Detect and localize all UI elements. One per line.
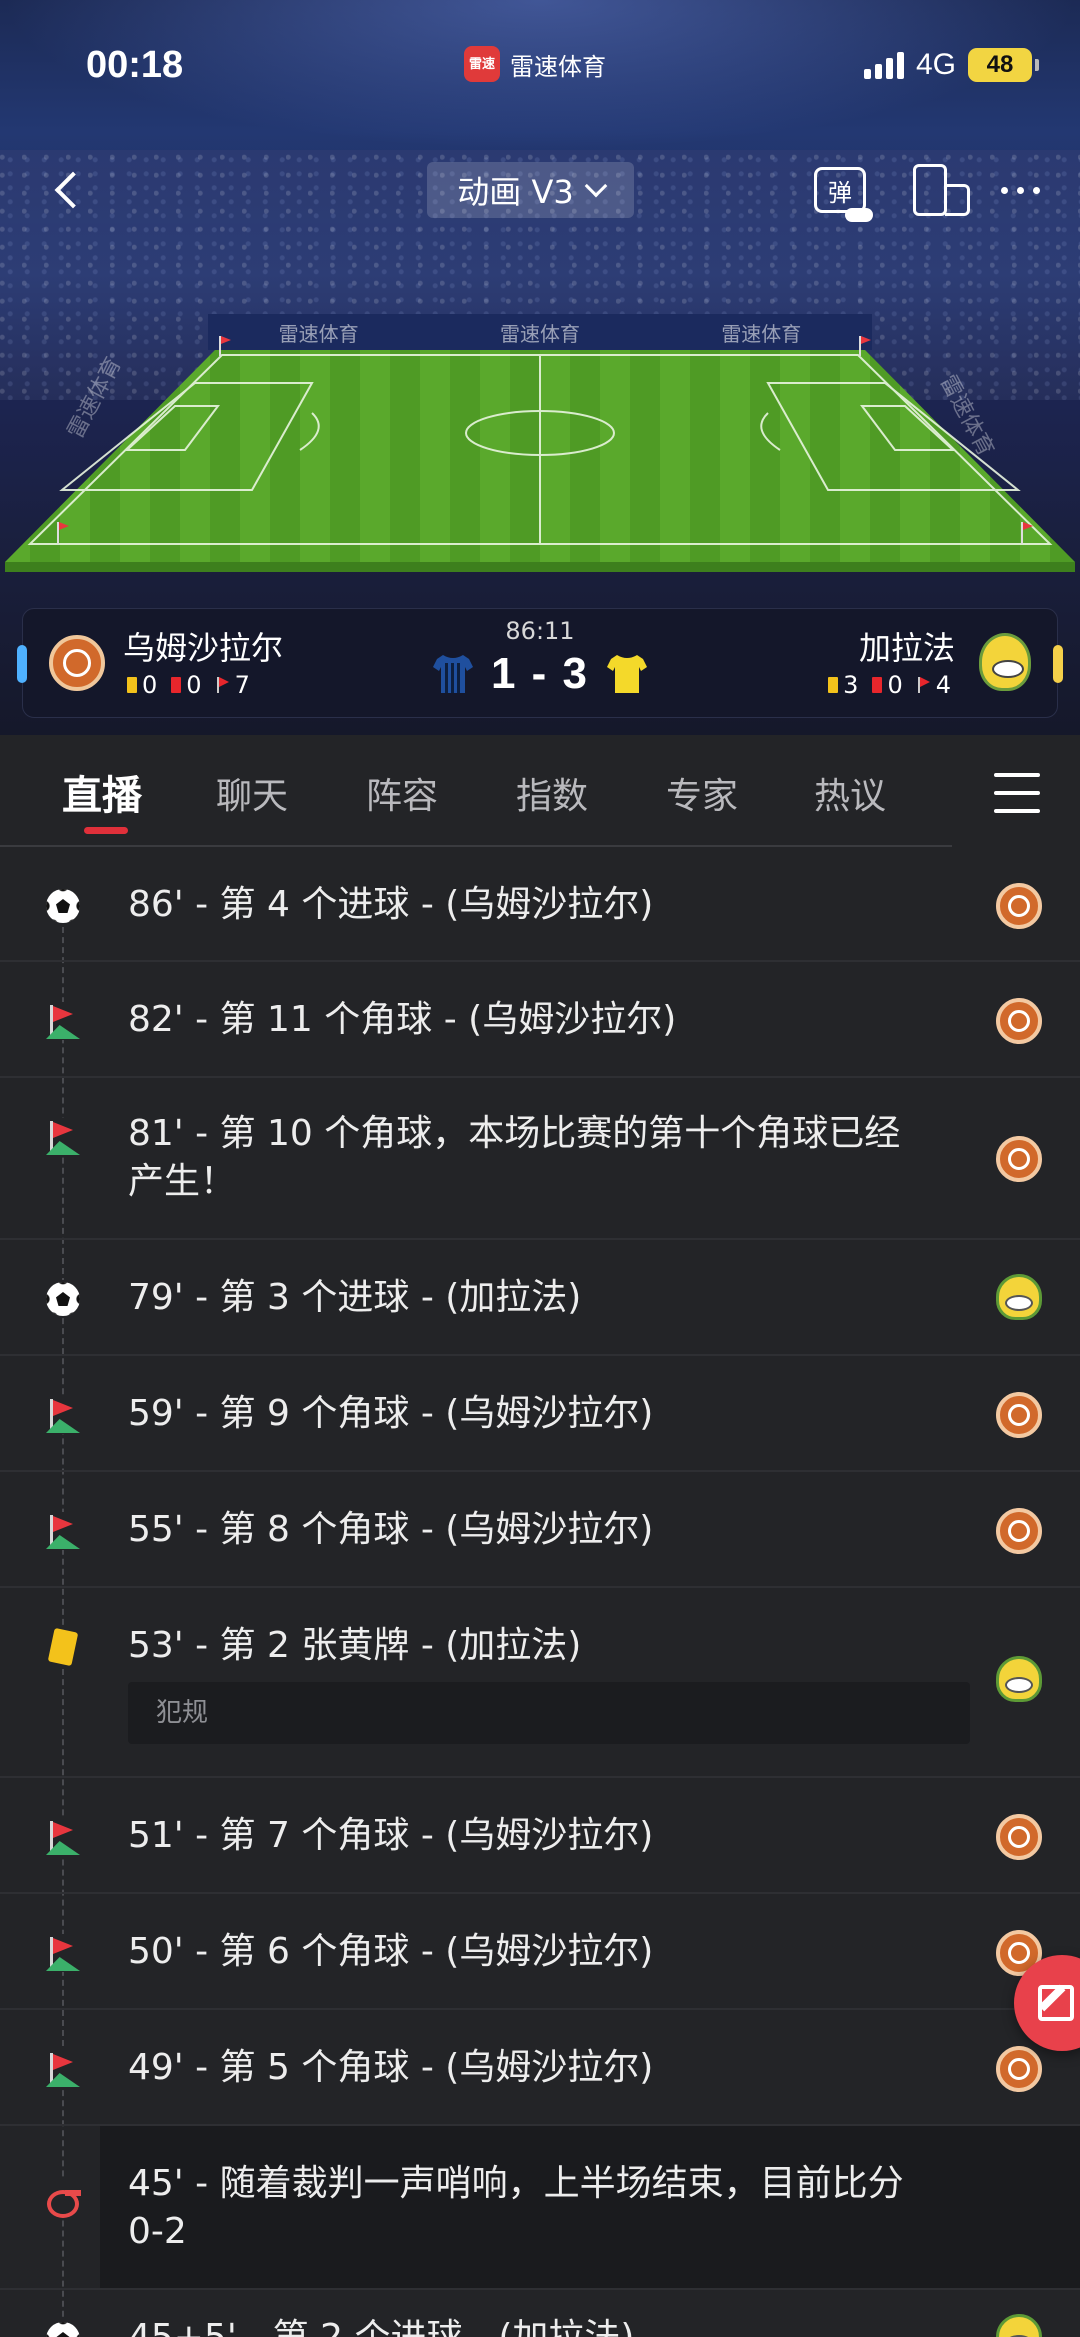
- corner-flag-icon: [44, 1512, 82, 1550]
- away-team-logo: [996, 1274, 1042, 1320]
- svg-text:雷速体育: 雷速体育: [63, 353, 126, 442]
- home-team-logo: [996, 2046, 1042, 2092]
- chevron-down-icon: [584, 174, 608, 198]
- back-button[interactable]: [40, 162, 96, 218]
- status-right: 4G 48: [863, 48, 1039, 82]
- yellow-card-icon: [828, 677, 839, 693]
- event-text: 51' - 第 7 个角球 - (乌姆沙拉尔): [128, 1815, 654, 1856]
- active-tab-indicator: [84, 827, 128, 834]
- status-time: 00:18: [86, 44, 184, 86]
- away-jersey-icon: [607, 655, 648, 693]
- event-text-continued: 0-2: [128, 2211, 187, 2252]
- away-team-logo: [996, 1656, 1042, 1702]
- event-row: 45' - 随着裁判一声哨响，上半场结束，目前比分 0-2: [0, 2126, 1080, 2290]
- status-app-indicator: 雷速 雷速体育: [464, 46, 606, 82]
- pitch: 雷速体育 雷速体育 雷速体育 雷速体育 雷速体育: [0, 300, 1080, 585]
- goal-icon: [44, 887, 82, 925]
- event-text: 59' - 第 9 个角球 - (乌姆沙拉尔): [128, 1393, 654, 1434]
- event-row: 45+5' - 第 2 个进球 - (加拉法): [0, 2290, 1080, 2337]
- away-yellow-count: 3: [843, 671, 859, 699]
- event-row: 79' - 第 3 个进球 - (加拉法): [0, 1240, 1080, 1356]
- animation-mode-label: 动画 V3: [457, 173, 574, 211]
- event-text: 79' - 第 3 个进球 - (加拉法): [128, 1277, 582, 1318]
- away-team-logo: [996, 2314, 1042, 2337]
- whistle-icon: [44, 2178, 82, 2218]
- event-text: 45+5' - 第 2 个进球 - (加拉法): [128, 2314, 634, 2337]
- away-red-count: 0: [887, 671, 903, 699]
- event-row: 59' - 第 9 个角球 - (乌姆沙拉尔): [0, 1356, 1080, 1472]
- pitch-field: 雷速体育 雷速体育: [5, 336, 1075, 572]
- nav-actions: 弹: [810, 160, 1050, 222]
- event-row: 55' - 第 8 个角球 - (乌姆沙拉尔): [0, 1472, 1080, 1588]
- home-team-logo: [996, 1508, 1042, 1554]
- danmu-toggle-button[interactable]: 弹: [810, 160, 873, 222]
- home-team-logo: [996, 998, 1042, 1044]
- event-text: 86' - 第 4 个进球 - (乌姆沙拉尔): [128, 884, 654, 925]
- match-score: 1 - 3: [490, 649, 590, 698]
- event-row: 51' - 第 7 个角球 - (乌姆沙拉尔): [0, 1778, 1080, 1894]
- away-team-name[interactable]: 加拉法: [859, 623, 955, 669]
- tab-odds[interactable]: 指数: [516, 767, 588, 819]
- event-row: 49' - 第 5 个角球 - (乌姆沙拉尔): [0, 2010, 1080, 2126]
- home-team-logo: [996, 1392, 1042, 1438]
- danmu-icon: 弹: [814, 167, 873, 222]
- yellow-card-icon: [44, 1627, 82, 1667]
- corner-flag-icon: [44, 2050, 82, 2088]
- tab-experts[interactable]: 专家: [666, 767, 738, 819]
- app-logo-icon: 雷速: [464, 46, 500, 82]
- more-button[interactable]: [990, 160, 1050, 220]
- home-team-logo: [996, 1136, 1042, 1182]
- content-tabs: 直播 聊天 阵容 指数 专家 热议: [0, 735, 1080, 847]
- corner-flag-icon: [44, 1934, 82, 1972]
- status-bar: 00:18 雷速 雷速体育 4G 48: [0, 0, 1080, 130]
- event-row: 53' - 第 2 张黄牌 - (加拉法) 犯规: [0, 1588, 1080, 1778]
- goal-icon: [44, 1280, 82, 1318]
- goal-icon: [44, 2320, 82, 2337]
- red-card-icon: [872, 677, 883, 693]
- away-team-stats: 3 0 4: [828, 671, 951, 699]
- home-jersey-icon: [432, 655, 473, 693]
- event-text: 55' - 第 8 个角球 - (乌姆沙拉尔): [128, 1509, 654, 1550]
- tab-lineup[interactable]: 阵容: [366, 767, 438, 819]
- tab-live[interactable]: 直播: [62, 763, 142, 821]
- home-team-logo: [996, 883, 1042, 929]
- corner-flag-icon: [917, 677, 931, 693]
- status-app-name: 雷速体育: [510, 52, 606, 81]
- away-corner-count: 4: [935, 671, 951, 699]
- event-text: 81' - 第 10 个角球，本场比赛的第十个角球已经: [128, 1113, 901, 1154]
- more-dots-icon: [1000, 186, 1040, 194]
- match-animation-panel: 00:18 雷速 雷速体育 4G 48 动画 V3 弹 雷速体育 雷速体育 雷速…: [0, 0, 1080, 735]
- battery-icon: 48: [968, 48, 1039, 82]
- event-detail: 犯规: [128, 1682, 970, 1744]
- tab-discussion[interactable]: 热议: [814, 767, 886, 819]
- screen-cast-button[interactable]: [900, 160, 970, 220]
- top-nav: 动画 V3 弹: [0, 150, 1080, 230]
- corner-flag-icon: [44, 1118, 82, 1156]
- animation-mode-selector[interactable]: 动画 V3: [427, 162, 634, 218]
- event-row: 50' - 第 6 个角球 - (乌姆沙拉尔): [0, 1894, 1080, 2010]
- away-team-logo[interactable]: [979, 633, 1031, 691]
- event-text-continued: 产生！: [128, 1161, 237, 1202]
- corner-flag-icon: [44, 1002, 82, 1040]
- device-switch-icon: [913, 164, 970, 216]
- event-text: 53' - 第 2 张黄牌 - (加拉法): [128, 1625, 582, 1666]
- corner-flag-icon: [44, 1396, 82, 1434]
- event-text: 50' - 第 6 个角球 - (乌姆沙拉尔): [128, 1931, 654, 1972]
- home-team-logo: [996, 1814, 1042, 1860]
- event-text: 45' - 随着裁判一声哨响，上半场结束，目前比分: [128, 2163, 904, 2204]
- event-row: 82' - 第 11 个角球 - (乌姆沙拉尔): [0, 962, 1080, 1078]
- corner-flag-icon: [44, 1818, 82, 1856]
- live-events-list: 86' - 第 4 个进球 - (乌姆沙拉尔) 82' - 第 11 个角球 -…: [0, 847, 1080, 2337]
- signal-icon: [863, 51, 904, 79]
- network-type: 4G: [915, 48, 956, 81]
- event-text: 49' - 第 5 个角球 - (乌姆沙拉尔): [128, 2047, 654, 2088]
- event-row: 86' - 第 4 个进球 - (乌姆沙拉尔): [0, 847, 1080, 962]
- tab-chat[interactable]: 聊天: [216, 767, 288, 819]
- event-text: 82' - 第 11 个角球 - (乌姆沙拉尔): [128, 999, 677, 1040]
- tabs-menu-button[interactable]: [994, 773, 1040, 813]
- event-row: 81' - 第 10 个角球，本场比赛的第十个角球已经 产生！: [0, 1078, 1080, 1240]
- scoreboard[interactable]: 乌姆沙拉尔 0 0 7 86:11 1 - 3 加拉法 3 0 4: [17, 608, 1063, 718]
